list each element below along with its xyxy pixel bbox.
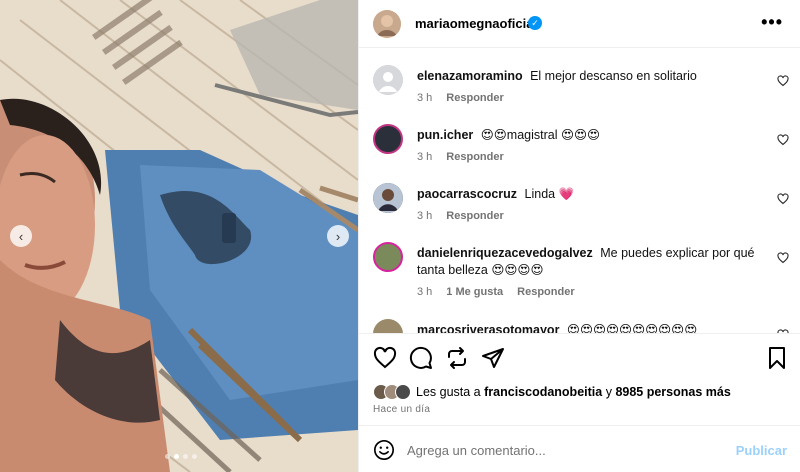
comment-text-block: marcosriverasotomayor 😍😍😍😍😍😍😍😍😍😍 (417, 322, 757, 333)
likes-summary: Les gusta a franciscodanobeitia y 8985 p… (373, 384, 731, 400)
save-bookmark-icon[interactable] (765, 346, 789, 370)
reply-button[interactable]: Responder (446, 151, 503, 163)
share-paper-plane-icon[interactable] (481, 346, 505, 370)
comment-time: 3 h (417, 92, 433, 104)
author-username[interactable]: mariaomegnaoficial (415, 16, 537, 31)
comment-text: Linda 💗 (524, 187, 575, 201)
comment-text-block: danielenriquezacevedogalvez Me puedes ex… (417, 245, 757, 279)
repost-icon[interactable] (445, 346, 469, 370)
liker-avatar (395, 384, 411, 400)
carousel-dots (165, 454, 197, 459)
comment-text: 😍😍magistral 😍😍😍 (480, 128, 601, 142)
like-comment-heart-icon[interactable] (777, 193, 789, 205)
reply-button[interactable]: Responder (517, 286, 574, 298)
emoji-icon[interactable] (373, 439, 395, 461)
verified-badge-icon: ✓ (528, 16, 542, 30)
comment-input[interactable] (407, 439, 707, 461)
like-comment-heart-icon[interactable] (777, 134, 789, 146)
carousel-prev-button[interactable]: ‹ (10, 225, 32, 247)
comment-text-block: elenazamoramino El mejor descanso en sol… (417, 68, 757, 85)
commenter-username[interactable]: pun.icher (417, 128, 473, 142)
author-avatar[interactable] (373, 10, 401, 38)
reply-button[interactable]: Responder (446, 92, 503, 104)
likes-count[interactable]: 8985 personas más (615, 385, 730, 399)
add-comment-bar: Publicar (359, 425, 800, 472)
reply-button[interactable]: Responder (446, 210, 503, 222)
commenter-avatar[interactable] (373, 183, 403, 213)
comment-time: 3 h (417, 286, 433, 298)
like-comment-heart-icon[interactable] (777, 252, 789, 264)
comment-likes-count[interactable]: 1 Me gusta (446, 286, 503, 298)
post-header: mariaomegnaoficial ✓ ••• (359, 0, 800, 48)
post-photo: ‹ › (0, 0, 358, 472)
post-actions: Les gusta a franciscodanobeitia y 8985 p… (359, 333, 800, 425)
carousel-dot (183, 454, 188, 459)
comment-time: 3 h (417, 151, 433, 163)
comment-text-block: paocarrascocruz Linda 💗 (417, 186, 757, 203)
commenter-avatar[interactable] (373, 319, 403, 333)
commenter-username[interactable]: marcosriverasotomayor (417, 323, 559, 333)
comment-meta: 3 h Responder (417, 92, 504, 104)
carousel-dot (192, 454, 197, 459)
comment-meta: 3 h 1 Me gusta Responder (417, 286, 575, 298)
like-comment-heart-icon[interactable] (777, 75, 789, 87)
carousel-dot (165, 454, 170, 459)
commenter-username[interactable]: paocarrascocruz (417, 187, 517, 201)
commenter-avatar[interactable] (373, 242, 403, 272)
carousel-next-button[interactable]: › (327, 225, 349, 247)
more-options-button[interactable]: ••• (761, 12, 783, 33)
comment-meta: 3 h Responder (417, 210, 504, 222)
like-heart-icon[interactable] (373, 346, 397, 370)
likes-conjunction: y (605, 385, 612, 399)
post-timestamp[interactable]: Hace un día (373, 404, 430, 415)
photo-illustration (0, 0, 358, 472)
publish-button[interactable]: Publicar (736, 443, 787, 458)
commenter-username[interactable]: danielenriquezacevedogalvez (417, 246, 593, 260)
comment-bubble-icon[interactable] (409, 346, 433, 370)
comments-list: elenazamoramino El mejor descanso en sol… (359, 49, 800, 333)
likes-prefix: Les gusta a (416, 385, 481, 399)
comment-text: 😍😍😍😍😍😍😍😍😍😍 (566, 323, 698, 333)
liker-username[interactable]: franciscodanobeitia (484, 385, 602, 399)
comment-text-block: pun.icher 😍😍magistral 😍😍😍 (417, 127, 757, 144)
carousel-dot-active (174, 454, 179, 459)
commenter-username[interactable]: elenazamoramino (417, 69, 523, 83)
likes-text: Les gusta a franciscodanobeitia y 8985 p… (416, 385, 731, 399)
post-side-panel: mariaomegnaoficial ✓ ••• elenazamoramino… (358, 0, 800, 472)
comment-meta: 3 h Responder (417, 151, 504, 163)
commenter-avatar[interactable] (373, 124, 403, 154)
comment-time: 3 h (417, 210, 433, 222)
comment-text: El mejor descanso en solitario (530, 69, 697, 83)
commenter-avatar[interactable] (373, 65, 403, 95)
